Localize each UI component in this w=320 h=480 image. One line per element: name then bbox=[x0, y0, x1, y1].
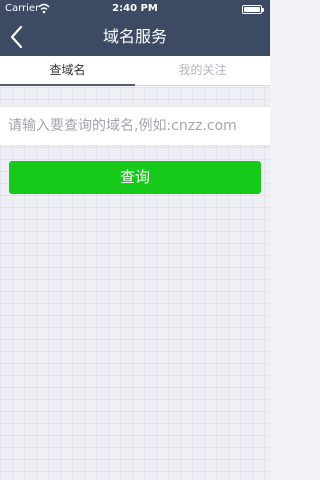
chevron-left-icon bbox=[10, 25, 23, 49]
query-button[interactable]: 查询 bbox=[9, 161, 261, 194]
tab-query-domain[interactable]: 查域名 bbox=[0, 56, 135, 86]
status-bar: Carrier 2:40 PM bbox=[0, 0, 270, 18]
navigation-bar: 域名服务 bbox=[0, 18, 270, 56]
domain-search-input[interactable] bbox=[0, 107, 270, 145]
battery-icon bbox=[242, 5, 264, 14]
tab-bar: 查域名 我的关注 bbox=[0, 56, 270, 86]
back-button[interactable] bbox=[6, 23, 30, 51]
search-row bbox=[0, 106, 270, 146]
tab-my-follows[interactable]: 我的关注 bbox=[135, 56, 270, 86]
main-content: 查询 bbox=[0, 87, 270, 480]
status-time: 2:40 PM bbox=[112, 3, 158, 14]
top-bar: Carrier 2:40 PM 域名服务 bbox=[0, 0, 270, 56]
page-title: 域名服务 bbox=[102, 27, 167, 46]
